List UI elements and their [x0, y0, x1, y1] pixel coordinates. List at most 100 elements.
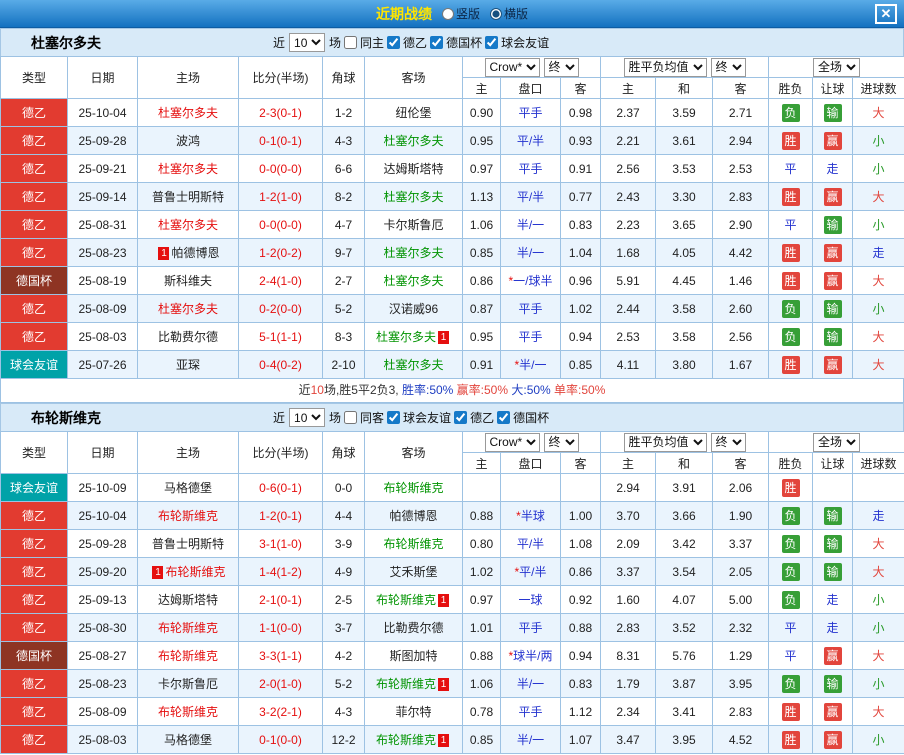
- result-wdl: 负: [769, 530, 813, 558]
- horizontal-layout-radio[interactable]: [490, 8, 502, 20]
- league-filter-checkbox[interactable]: [454, 411, 467, 424]
- league-filter-checkbox[interactable]: [430, 36, 443, 49]
- match-row: 德乙25-09-13达姆斯塔特2-1(0-1)2-5布轮斯维克10.97一球0.…: [1, 586, 904, 614]
- team-name-text: 布轮斯维克: [376, 677, 436, 691]
- handicap-line: 平手: [501, 99, 561, 127]
- result-badge: 大: [873, 537, 885, 551]
- avg-odds-select[interactable]: 胜平负均值: [624, 58, 707, 77]
- match-date: 25-08-09: [68, 295, 138, 323]
- sub-col-header: 客: [713, 453, 769, 474]
- result-wdl: 平: [769, 211, 813, 239]
- match-date: 25-09-21: [68, 155, 138, 183]
- games-label: 场: [329, 409, 341, 426]
- changed-line-star: *: [508, 649, 513, 663]
- avg-final-select[interactable]: 终: [711, 433, 746, 452]
- col-home-header: 主场: [138, 432, 239, 474]
- match-score: 1-2(0-2): [239, 239, 323, 267]
- filter-bar: 近10场同主德乙德国杯球会友谊: [271, 33, 551, 52]
- corner-count: 4-9: [323, 558, 365, 586]
- crown-final-select[interactable]: 终: [544, 433, 579, 452]
- avg-draw-odds: 3.42: [656, 530, 713, 558]
- result-badge: 负: [782, 535, 800, 553]
- near-label: 近: [273, 409, 285, 426]
- league-filter-checkbox[interactable]: [387, 411, 400, 424]
- handicap-line: *球半/两: [501, 642, 561, 670]
- scope-select[interactable]: 全场: [813, 433, 860, 452]
- league-filter-checkbox[interactable]: [387, 36, 400, 49]
- league-filter-checkbox[interactable]: [485, 36, 498, 49]
- bookmaker-select[interactable]: Crow*: [485, 58, 540, 77]
- section-team-title: 杜塞尔多夫: [31, 33, 271, 53]
- avg-home-odds: 2.83: [601, 614, 656, 642]
- avg-home-odds: 3.37: [601, 558, 656, 586]
- result-badge: 赢: [824, 244, 842, 262]
- home-team: 布轮斯维克: [138, 614, 239, 642]
- same-venue-checkbox[interactable]: [344, 411, 357, 424]
- crown-home-odds: 0.85: [463, 239, 501, 267]
- match-date: 25-09-28: [68, 127, 138, 155]
- result-overunder: 大: [853, 530, 904, 558]
- result-handicap: 赢: [813, 726, 853, 754]
- league-filter-label: 德国杯: [446, 34, 482, 51]
- crown-home-odds: 0.78: [463, 698, 501, 726]
- handicap-line: 一球: [501, 586, 561, 614]
- result-handicap: 输: [813, 530, 853, 558]
- result-overunder: 大: [853, 99, 904, 127]
- handicap-line: 平手: [501, 155, 561, 183]
- handicap-line: 平手: [501, 295, 561, 323]
- team-name-text: 普鲁士明斯特: [152, 190, 224, 204]
- league-badge: 德乙: [1, 211, 68, 239]
- avg-home-odds: 2.53: [601, 323, 656, 351]
- layout-vertical-option[interactable]: 竖版: [442, 5, 480, 22]
- avg-draw-odds: 3.65: [656, 211, 713, 239]
- matches-table: 类型日期主场比分(半场)角球客场Crow*终胜平负均值终全场主盘口客主和客胜负让…: [0, 431, 904, 754]
- league-badge: 球会友谊: [1, 474, 68, 502]
- result-badge: 输: [824, 216, 842, 234]
- col-score-header: 比分(半场): [239, 57, 323, 99]
- scope-select[interactable]: 全场: [813, 58, 860, 77]
- away-team: 杜塞尔多夫: [365, 127, 463, 155]
- away-team: 布轮斯维克1: [365, 670, 463, 698]
- team-name-text: 达姆斯塔特: [158, 593, 218, 607]
- match-row: 德乙25-08-03比勒费尔德5-1(1-1)8-3杜塞尔多夫10.95平手0.…: [1, 323, 904, 351]
- crown-home-odds: 0.80: [463, 530, 501, 558]
- avg-final-select[interactable]: 终: [711, 58, 746, 77]
- result-wdl: 胜: [769, 474, 813, 502]
- home-team: 马格德堡: [138, 474, 239, 502]
- match-score: 2-0(1-0): [239, 670, 323, 698]
- crown-away-odds: 0.88: [561, 614, 601, 642]
- league-badge: 德乙: [1, 155, 68, 183]
- handicap-line: 平手: [501, 698, 561, 726]
- result-handicap: [813, 474, 853, 502]
- avg-odds-select[interactable]: 胜平负均值: [624, 433, 707, 452]
- result-badge: 平: [785, 649, 797, 663]
- result-overunder: 走: [853, 239, 904, 267]
- team-name-text: 帕德博恩: [171, 246, 219, 260]
- result-overunder: 大: [853, 558, 904, 586]
- filter-bar: 近10场同客球会友谊德乙德国杯: [271, 408, 551, 427]
- team-name-text: 杜塞尔多夫: [383, 246, 443, 260]
- sub-col-header: 让球: [813, 453, 853, 474]
- team-name-text: 比勒费尔德: [383, 621, 443, 635]
- same-venue-checkbox[interactable]: [344, 36, 357, 49]
- league-filter-checkbox[interactable]: [497, 411, 510, 424]
- close-button[interactable]: ✕: [875, 4, 897, 24]
- league-badge: 德国杯: [1, 642, 68, 670]
- result-badge: 负: [782, 104, 800, 122]
- result-handicap: 输: [813, 323, 853, 351]
- result-wdl: 胜: [769, 726, 813, 754]
- sub-col-header: 客: [713, 78, 769, 99]
- sub-col-header: 客: [561, 78, 601, 99]
- result-overunder: 小: [853, 614, 904, 642]
- match-count-select[interactable]: 10: [289, 408, 325, 427]
- match-count-select[interactable]: 10: [289, 33, 325, 52]
- bookmaker-select[interactable]: Crow*: [485, 433, 540, 452]
- sub-col-header: 盘口: [501, 78, 561, 99]
- corner-count: 4-2: [323, 642, 365, 670]
- match-row: 德乙25-09-28波鸿0-1(0-1)4-3杜塞尔多夫0.95平/半0.932…: [1, 127, 904, 155]
- layout-horizontal-option[interactable]: 横版: [490, 5, 528, 22]
- crown-final-select[interactable]: 终: [544, 58, 579, 77]
- home-team: 斯科维夫: [138, 267, 239, 295]
- corner-count: 4-3: [323, 698, 365, 726]
- vertical-layout-radio[interactable]: [442, 8, 454, 20]
